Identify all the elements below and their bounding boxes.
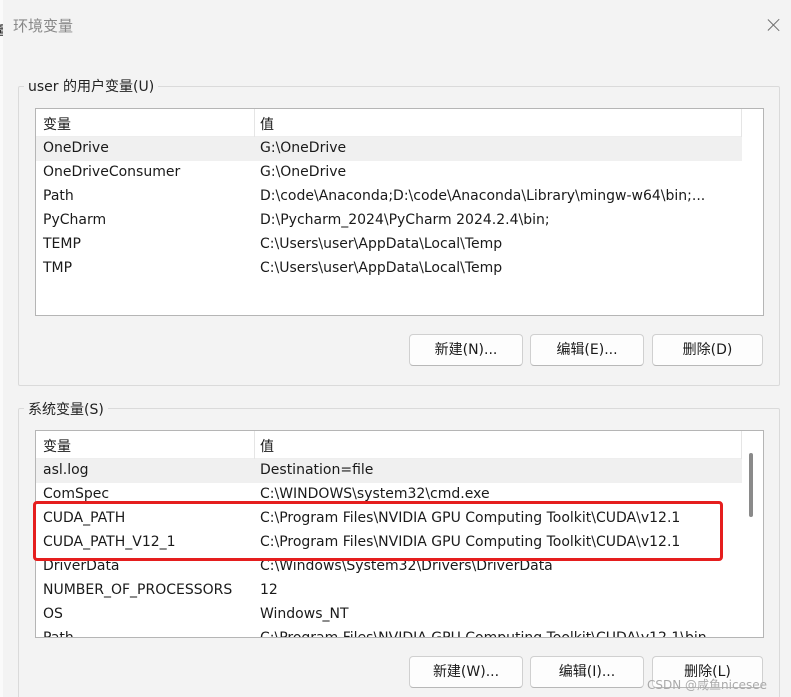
table-row[interactable]: Path C:\Program Files\NVIDIA GPU Computin… <box>36 627 742 638</box>
variable-name: TMP <box>43 260 73 276</box>
column-divider <box>741 109 742 137</box>
cuda-highlight-annotation <box>33 501 723 561</box>
table-row[interactable]: TEMP C:\Users\user\AppData\Local\Temp <box>36 233 742 257</box>
variable-name: NUMBER_OF_PROCESSORS <box>43 582 233 598</box>
environment-variables-dialog: 环境变量 user 的用户变量(U) 变量 值 OneDrive G:\OneDr… <box>3 0 791 697</box>
user-list-header: 变量 值 <box>36 109 742 137</box>
dialog-title: 环境变量 <box>13 17 74 35</box>
system-variables-label: 系统变量(S) <box>24 399 108 419</box>
column-divider[interactable] <box>254 431 255 459</box>
variable-value: Windows_NT <box>260 606 349 622</box>
column-header-name[interactable]: 变量 <box>43 114 71 134</box>
variable-name: OneDriveConsumer <box>43 164 181 180</box>
table-row[interactable]: OneDrive G:\OneDrive <box>36 137 742 161</box>
variable-name: OneDrive <box>43 140 109 156</box>
system-edit-button[interactable]: 编辑(I)... <box>530 656 644 688</box>
column-divider <box>741 431 742 459</box>
table-row[interactable]: Path D:\code\Anaconda;D:\code\Anaconda\Li… <box>36 185 742 209</box>
variable-value: C:\WINDOWS\system32\cmd.exe <box>260 486 490 502</box>
column-divider[interactable] <box>254 109 255 137</box>
variable-value: G:\OneDrive <box>260 140 347 156</box>
table-row[interactable]: OneDriveConsumer G:\OneDrive <box>36 161 742 185</box>
close-icon[interactable] <box>761 12 787 38</box>
variable-name: TEMP <box>43 236 81 252</box>
system-list-header: 变量 值 <box>36 431 742 459</box>
scrollbar-thumb[interactable] <box>749 453 753 517</box>
table-row[interactable]: TMP C:\Users\user\AppData\Local\Temp <box>36 257 742 281</box>
table-row[interactable]: PyCharm D:\Pycharm_2024\PyCharm 2024.2.4\… <box>36 209 742 233</box>
variable-value: D:\code\Anaconda;D:\code\Anaconda\Librar… <box>260 188 706 204</box>
variable-name: Path <box>43 188 74 204</box>
watermark: CSDN @咸鱼nicesee <box>647 678 767 692</box>
user-new-button[interactable]: 新建(N)... <box>409 334 523 366</box>
variable-name: Path <box>43 630 74 638</box>
user-variables-label: user 的用户变量(U) <box>24 76 159 96</box>
column-header-name[interactable]: 变量 <box>43 436 71 456</box>
user-variables-list[interactable]: 变量 值 OneDrive G:\OneDrive OneDriveConsumer… <box>35 108 764 316</box>
variable-value: Destination=file <box>260 462 374 478</box>
title-bar: 环境变量 <box>3 0 791 50</box>
user-edit-button[interactable]: 编辑(E)... <box>530 334 644 366</box>
variable-name: OS <box>43 606 63 622</box>
variable-value: G:\OneDrive <box>260 164 347 180</box>
table-row[interactable]: OS Windows_NT <box>36 603 742 627</box>
column-header-value[interactable]: 值 <box>260 436 274 456</box>
column-header-value[interactable]: 值 <box>260 114 274 134</box>
variable-name: ComSpec <box>43 486 110 502</box>
variable-value: 12 <box>260 582 278 598</box>
variable-name: asl.log <box>43 462 89 478</box>
system-new-button[interactable]: 新建(W)... <box>409 656 523 688</box>
variable-name: PyCharm <box>43 212 107 228</box>
table-row[interactable]: asl.log Destination=file <box>36 459 742 483</box>
variable-value: C:\Program Files\NVIDIA GPU Computing To… <box>260 630 707 638</box>
variable-value: D:\Pycharm_2024\PyCharm 2024.2.4\bin; <box>260 212 550 228</box>
table-row[interactable]: NUMBER_OF_PROCESSORS 12 <box>36 579 742 603</box>
user-delete-button[interactable]: 删除(D) <box>652 334 763 366</box>
variable-value: C:\Users\user\AppData\Local\Temp <box>260 260 503 276</box>
variable-value: C:\Users\user\AppData\Local\Temp <box>260 236 503 252</box>
